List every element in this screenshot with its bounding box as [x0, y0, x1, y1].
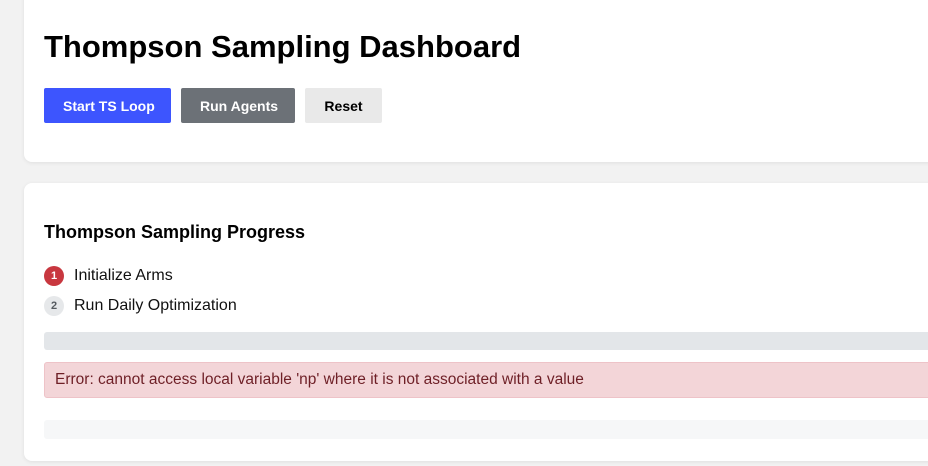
reset-button[interactable]: Reset: [305, 88, 382, 123]
step-number-badge: 1: [44, 266, 64, 286]
progress-section-title: Thompson Sampling Progress: [44, 222, 306, 242]
error-alert: Error: cannot access local variable 'np'…: [44, 362, 928, 398]
controls-card: Thompson Sampling Dashboard Start TS Loo…: [24, 0, 928, 162]
progress-card: Thompson Sampling Progress 1 Initialize …: [24, 183, 928, 461]
action-button-row: Start TS Loop Run Agents Reset: [44, 88, 382, 123]
page-title: Thompson Sampling Dashboard: [44, 29, 522, 64]
step-number-badge: 2: [44, 296, 64, 316]
start-ts-loop-button[interactable]: Start TS Loop: [44, 88, 171, 123]
run-agents-button[interactable]: Run Agents: [181, 88, 295, 123]
step-item-initialize-arms: 1 Initialize Arms: [44, 261, 237, 291]
step-label: Initialize Arms: [74, 267, 173, 284]
log-output-panel: [44, 420, 928, 439]
step-label: Run Daily Optimization: [74, 297, 237, 314]
step-list: 1 Initialize Arms 2 Run Daily Optimizati…: [44, 261, 237, 321]
step-item-run-daily-optimization: 2 Run Daily Optimization: [44, 291, 237, 321]
progress-bar: [44, 332, 928, 350]
